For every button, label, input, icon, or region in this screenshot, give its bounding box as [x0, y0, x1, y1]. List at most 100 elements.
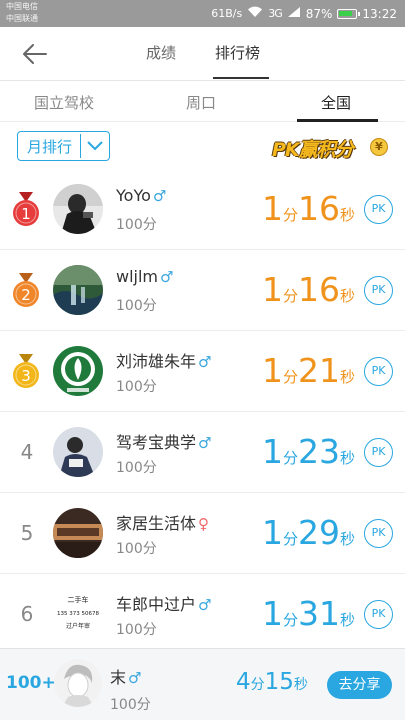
- female-icon: ♀: [198, 515, 210, 533]
- completion-time: 1分21秒: [262, 351, 355, 391]
- male-icon: ♂: [198, 596, 212, 614]
- pk-button[interactable]: PK: [364, 357, 393, 386]
- time-seconds: 29: [297, 513, 340, 552]
- my-name: 末: [110, 668, 127, 687]
- male-icon: ♂: [198, 434, 212, 452]
- ranking-row[interactable]: 4 驾考宝典学 ♂ 100分 1分23秒 PK: [0, 412, 405, 493]
- carrier-info: 中国电信 中国联通: [6, 1, 38, 25]
- user-score: 100分: [116, 379, 157, 395]
- battery-percent: 87%: [305, 6, 333, 21]
- user-name-line: 家居生活体 ♀: [116, 510, 209, 534]
- avatar-text-line: 二手车: [68, 595, 89, 604]
- back-arrow-icon[interactable]: [20, 41, 50, 67]
- time-seconds: 16: [297, 189, 340, 228]
- user-name-line: YoYo ♂: [116, 186, 166, 205]
- rank-number: 5: [20, 521, 34, 545]
- avatar[interactable]: [53, 265, 103, 315]
- ranking-row[interactable]: 3 刘沛雄朱年 ♂ 100分 1分21秒 PK: [0, 331, 405, 412]
- tab-national[interactable]: 全国: [321, 92, 351, 113]
- user-name: YoYo: [116, 186, 151, 205]
- tab-leaderboard[interactable]: 排行榜: [215, 41, 260, 65]
- time-minutes: 1: [261, 270, 283, 309]
- tab-scores[interactable]: 成绩: [146, 41, 176, 65]
- time-seconds: 16: [297, 270, 340, 309]
- minutes-unit: 分: [282, 530, 298, 548]
- ranking-row[interactable]: 6 二手车 135 373 50678 过户年审 车郎中过户 ♂ 100分 1分3…: [0, 574, 405, 655]
- active-tab-indicator: [213, 77, 269, 79]
- tab-city[interactable]: 周口: [186, 92, 216, 113]
- user-name-line: 驾考宝典学 ♂: [116, 429, 211, 453]
- seconds-unit: 秒: [339, 611, 355, 629]
- chevron-down-icon: [81, 141, 109, 151]
- ranking-list: 1 YoYo ♂ 100分 1分16秒 PK 2 wljlm ♂ 100分 1分…: [0, 169, 405, 655]
- time-minutes: 1: [261, 513, 283, 552]
- time-minutes: 1: [261, 432, 283, 471]
- scope-tab-indicator: [297, 119, 378, 122]
- pk-earn-points-banner[interactable]: PK赢积分 ¥: [270, 134, 390, 161]
- time-minutes: 1: [261, 351, 283, 390]
- avatar[interactable]: [53, 184, 103, 234]
- medal-rank: 3: [21, 367, 31, 385]
- period-dropdown[interactable]: 月排行: [17, 131, 110, 161]
- pk-button[interactable]: PK: [364, 276, 393, 305]
- tab-school[interactable]: 国立驾校: [34, 92, 94, 113]
- user-name-line: wljlm ♂: [116, 267, 173, 286]
- scope-tabs: 国立驾校 周口 全国: [0, 82, 405, 122]
- avatar-text-line: 过户年审: [66, 622, 90, 630]
- seconds-unit: 秒: [293, 677, 308, 693]
- clock: 13:22: [362, 6, 397, 21]
- avatar[interactable]: [53, 427, 103, 477]
- user-score: 100分: [116, 217, 157, 233]
- my-completion-time: 4分15秒: [236, 669, 308, 695]
- minutes-unit: 分: [282, 611, 298, 629]
- status-right: 61B/s 3G 87% 13:22: [211, 0, 397, 27]
- time-minutes: 1: [261, 594, 283, 633]
- avatar[interactable]: 二手车 135 373 50678 过户年审: [53, 589, 103, 639]
- carrier-1: 中国电信: [6, 2, 38, 11]
- ranking-row[interactable]: 2 wljlm ♂ 100分 1分16秒 PK: [0, 250, 405, 331]
- male-icon: ♂: [128, 669, 142, 687]
- coin-icon: ¥: [370, 138, 388, 156]
- user-score: 100分: [116, 541, 157, 557]
- bronze-medal-icon: 3: [11, 354, 41, 390]
- male-icon: ♂: [152, 187, 167, 205]
- user-name-line: 车郎中过户 ♂: [116, 591, 211, 615]
- user-name-line: 刘沛雄朱年 ♂: [116, 348, 211, 372]
- medal-rank: 1: [21, 205, 31, 223]
- avatar[interactable]: [53, 346, 103, 396]
- leaderboard-screen: 中国电信 中国联通 61B/s 3G 87% 13:22 成绩 排行榜 国立驾校…: [0, 0, 405, 720]
- user-name: 刘沛雄朱年: [116, 352, 197, 371]
- ranking-row[interactable]: 5 家居生活体 ♀ 100分 1分29秒 PK: [0, 493, 405, 574]
- user-score: 100分: [116, 460, 157, 476]
- my-avatar[interactable]: [54, 659, 102, 707]
- pk-button[interactable]: PK: [364, 438, 393, 467]
- seconds-unit: 秒: [339, 368, 355, 386]
- pk-button[interactable]: PK: [364, 195, 393, 224]
- completion-time: 1分29秒: [262, 513, 355, 553]
- my-score: 100分: [110, 697, 151, 713]
- completion-time: 1分23秒: [262, 432, 355, 472]
- seconds-unit: 秒: [339, 530, 355, 548]
- completion-time: 1分16秒: [262, 189, 355, 229]
- rank-number: 4: [20, 440, 34, 464]
- completion-time: 1分16秒: [262, 270, 355, 310]
- minutes-unit: 分: [250, 677, 265, 693]
- header: 成绩 排行榜: [0, 27, 405, 81]
- user-name: 家居生活体: [116, 514, 197, 533]
- time-seconds: 23: [297, 432, 340, 471]
- minutes-unit: 分: [282, 368, 298, 386]
- user-score: 100分: [116, 622, 157, 638]
- user-name: 驾考宝典学: [116, 433, 197, 452]
- my-name-line: 末 ♂: [110, 664, 141, 688]
- minutes-unit: 分: [282, 287, 298, 305]
- time-seconds: 15: [264, 669, 294, 695]
- male-icon: ♂: [198, 353, 212, 371]
- avatar[interactable]: [53, 508, 103, 558]
- carrier-2: 中国联通: [6, 14, 38, 23]
- time-minutes: 1: [261, 189, 283, 228]
- share-button[interactable]: 去分享: [327, 671, 392, 699]
- pk-button[interactable]: PK: [364, 519, 393, 548]
- ranking-row[interactable]: 1 YoYo ♂ 100分 1分16秒 PK: [0, 169, 405, 250]
- seconds-unit: 秒: [339, 287, 355, 305]
- pk-button[interactable]: PK: [364, 600, 393, 629]
